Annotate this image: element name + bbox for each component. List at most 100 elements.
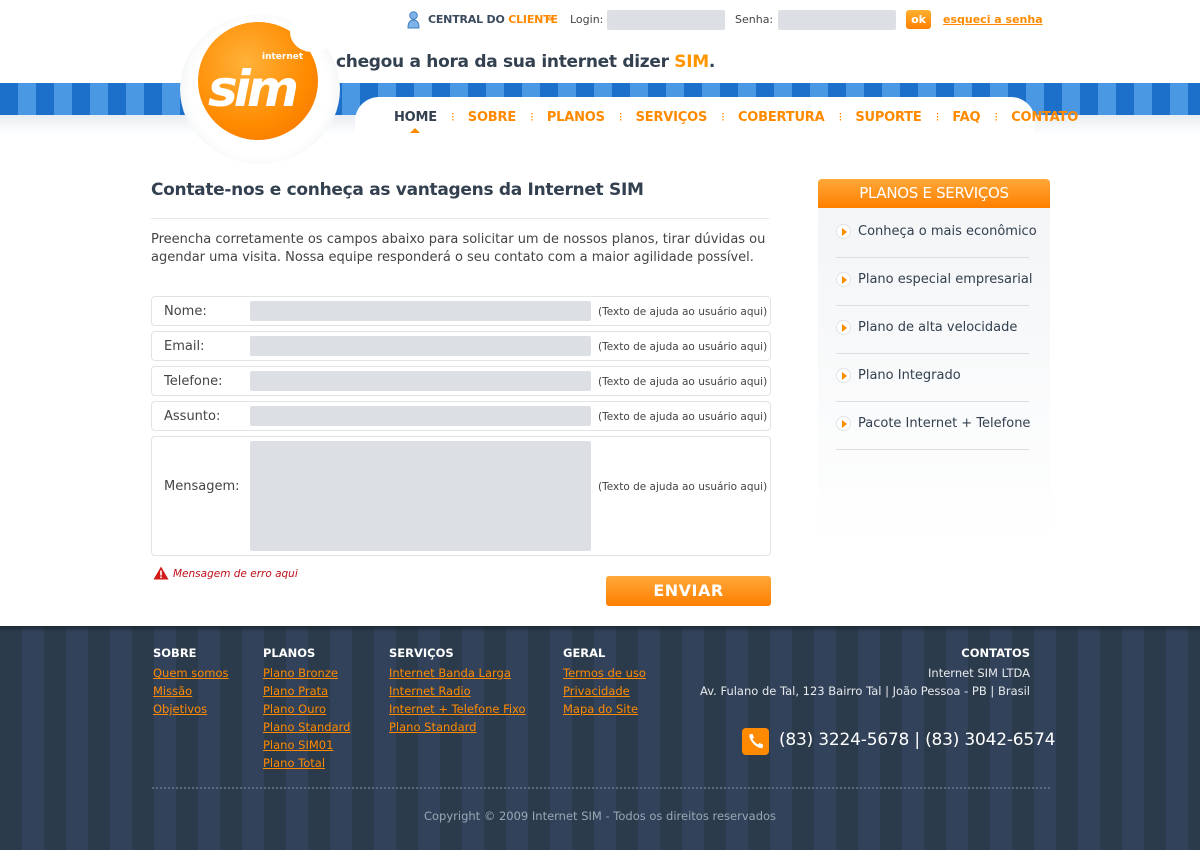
nav-home[interactable]: HOME [380,110,451,133]
error-message: Mensagem de erro aqui [173,568,298,580]
sidebar-item-internet-telefone[interactable]: Pacote Internet + Telefone [836,402,1031,450]
slogan-suffix: . [708,52,716,72]
form-row-mensagem: Mensagem: (Texto de ajuda ao usuário aqu… [151,436,771,556]
footer-link[interactable]: Missão [153,682,229,700]
nav-planos[interactable]: PLANOS [533,110,619,125]
footer-column-planos: PLANOS Plano Bronze Plano Prata Plano Ou… [263,646,350,772]
email-input[interactable] [250,336,591,356]
arrow-right-icon [836,272,851,287]
assunto-label: Assunto: [164,409,221,424]
footer-column-title: SERVIÇOS [389,646,454,660]
submit-button[interactable]: ENVIAR [606,576,771,606]
phone-numbers: (83) 3224-5678 | (83) 3042-6574 [779,730,1056,750]
slogan: chegou a hora da sua internet dizer SIM. [336,52,715,72]
footer-link[interactable]: Mapa do Site [563,700,646,718]
footer-link[interactable]: Plano Standard [389,718,526,736]
main-nav: HOME ⁝ SOBRE ⁝ PLANOS ⁝ SERVIÇOS ⁝ COBER… [380,107,1092,133]
phone-icon [742,728,769,755]
sidebar-item-label: Conheça o mais econômico [858,224,1037,239]
footer-link[interactable]: Plano SIM01 [263,736,350,754]
footer-link[interactable]: Privacidade [563,682,646,700]
footer-column-title: SOBRE [153,646,197,660]
nav-faq[interactable]: FAQ [938,110,994,125]
sidebar-item-alta-velocidade[interactable]: Plano de alta velocidade [836,306,1029,354]
nav-sobre[interactable]: SOBRE [454,110,530,125]
user-icon [407,11,420,29]
login-input[interactable] [607,10,725,30]
arrow-right-icon [836,416,851,431]
nav-contato[interactable]: CONTATO [997,110,1092,125]
nome-input[interactable] [250,301,591,321]
copyright: Copyright © 2009 Internet SIM - Todos os… [423,809,777,823]
arrow-right-icon [836,368,851,383]
telefone-help: (Texto de ajuda ao usuário aqui) [598,376,768,388]
email-help: (Texto de ajuda ao usuário aqui) [598,341,768,353]
central-prefix: CENTRAL DO [428,13,505,26]
sidebar-item-label: Plano Integrado [858,368,961,383]
form-row-nome: Nome: (Texto de ajuda ao usuário aqui) [151,296,771,326]
arrow-right-icon [836,224,851,239]
nav-servicos[interactable]: SERVIÇOS [622,110,722,125]
footer-link[interactable]: Internet + Telefone Fixo [389,700,526,718]
sidebar-title: PLANOS E SERVIÇOS [818,179,1050,208]
footer-link[interactable]: Objetivos [153,700,229,718]
footer-link[interactable]: Plano Ouro [263,700,350,718]
footer-link[interactable]: Termos de uso [563,664,646,682]
form-row-email: Email: (Texto de ajuda ao usuário aqui) [151,331,771,361]
footer-column-sobre: SOBRE Quem somos Missão Objetivos [153,646,229,718]
telefone-input[interactable] [250,371,591,391]
contacts-title: CONTATOS [961,646,1030,660]
senha-input[interactable] [778,10,896,30]
footer-column-servicos: SERVIÇOS Internet Banda Larga Internet R… [389,646,526,736]
slogan-prefix: chegou a hora da sua internet dizer [336,52,669,72]
arrow-right-icon [836,320,851,335]
warning-icon [153,566,169,580]
company-address: Av. Fulano de Tal, 123 Bairro Tal | João… [700,684,1030,698]
login-ok-button[interactable]: ok [906,10,931,29]
slogan-highlight: SIM [674,52,709,72]
top-bar: CENTRAL DO CLIENTE » Login: Senha: ok es… [0,0,1200,40]
email-label: Email: [164,339,205,354]
nome-help: (Texto de ajuda ao usuário aqui) [598,306,768,318]
forgot-password-link[interactable]: esqueci a senha [943,13,1043,26]
sidebar-item-empresarial[interactable]: Plano especial empresarial [836,258,1033,306]
sidebar-item-label: Plano de alta velocidade [858,320,1018,335]
footer-column-geral: GERAL Termos de uso Privacidade Mapa do … [563,646,646,718]
sidebar-item-label: Plano especial empresarial [858,272,1033,287]
page-title: Contate-nos e conheça as vantagens da In… [151,180,644,200]
logo-bite-shape [290,12,334,52]
senha-label: Senha: [735,13,774,26]
sidebar-item-label: Pacote Internet + Telefone [858,416,1031,431]
nav-cobertura[interactable]: COBERTURA [724,110,839,125]
sidebar-item-integrado[interactable]: Plano Integrado [836,354,1029,402]
assunto-help: (Texto de ajuda ao usuário aqui) [598,411,768,423]
double-arrow-icon: » [546,12,554,25]
footer-link[interactable]: Internet Radio [389,682,526,700]
footer-contacts: CONTATOS Internet SIM LTDA Av. Fulano de… [700,646,1030,700]
login-label: Login: [570,13,604,26]
mensagem-label: Mensagem: [164,479,240,494]
footer-link[interactable]: Internet Banda Larga [389,664,526,682]
nav-suporte[interactable]: SUPORTE [841,110,935,125]
footer-column-title: PLANOS [263,646,316,660]
sidebar-item-economico[interactable]: Conheça o mais econômico [836,210,1037,258]
footer-link[interactable]: Plano Standard [263,718,350,736]
form-row-telefone: Telefone: (Texto de ajuda ao usuário aqu… [151,366,771,396]
company-name: Internet SIM LTDA [928,666,1030,680]
form-row-assunto: Assunto: (Texto de ajuda ao usuário aqui… [151,401,771,431]
footer-column-title: GERAL [563,646,606,660]
footer-divider [152,787,1050,789]
intro-text: Preencha corretamente os campos abaixo p… [151,232,766,265]
nome-label: Nome: [164,304,207,319]
telefone-label: Telefone: [164,374,223,389]
central-do-cliente-link[interactable]: CENTRAL DO CLIENTE [428,13,558,26]
mensagem-help: (Texto de ajuda ao usuário aqui) [598,481,768,493]
footer-link[interactable]: Plano Prata [263,682,350,700]
footer-top-shadow [0,626,1200,632]
footer-link[interactable]: Plano Bronze [263,664,350,682]
title-divider [151,218,769,219]
mensagem-textarea[interactable] [250,441,591,551]
footer-link[interactable]: Quem somos [153,664,229,682]
assunto-input[interactable] [250,406,591,426]
footer-link[interactable]: Plano Total [263,754,350,772]
